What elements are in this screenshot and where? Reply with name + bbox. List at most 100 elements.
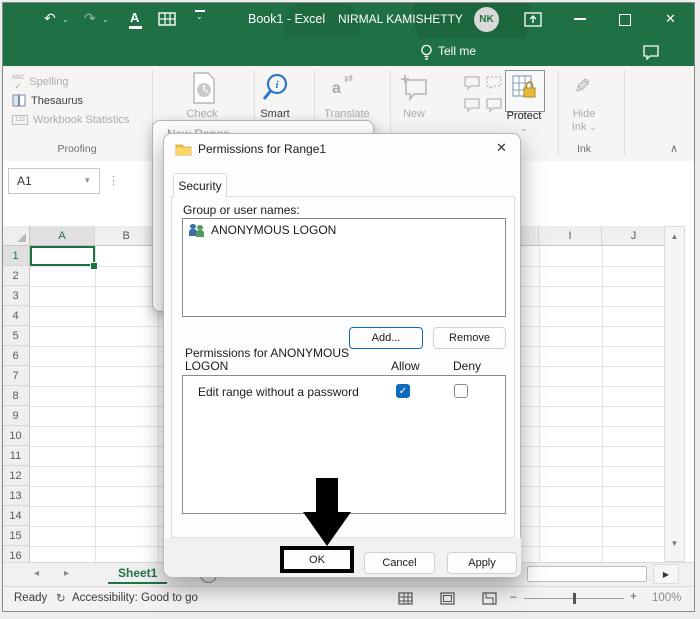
row-header-3[interactable]: 3 — [2, 286, 30, 306]
minimize-button[interactable] — [574, 18, 586, 20]
normal-view-icon[interactable] — [398, 592, 413, 605]
row-header-4[interactable]: 4 — [2, 306, 30, 326]
select-all-button[interactable] — [2, 226, 30, 246]
tell-me-box[interactable]: Tell me — [438, 44, 476, 58]
row-header-10[interactable]: 10 — [2, 426, 30, 446]
workbook-statistics-label: Workbook Statistics — [33, 114, 129, 126]
row-header-8[interactable]: 8 — [2, 386, 30, 406]
row-header-12[interactable]: 12 — [2, 466, 30, 486]
name-box[interactable]: A1 ▾ — [8, 168, 100, 194]
deny-header: Deny — [453, 359, 481, 373]
row-header-1[interactable]: 1 — [2, 246, 30, 266]
ribbon-tab-row: FileHomeInsertPage LayoutFormulasDataRev… — [2, 38, 694, 66]
avatar[interactable]: NK — [474, 7, 499, 32]
font-color-underline — [129, 26, 142, 29]
spelling-icon: ABC✓ — [12, 74, 24, 90]
row-header-2[interactable]: 2 — [2, 266, 30, 286]
smart-lookup-button[interactable]: Smart — [247, 108, 303, 120]
font-color-icon[interactable]: A — [130, 10, 139, 25]
horizontal-scrollbar-thumb[interactable] — [527, 566, 647, 582]
row-header-5[interactable]: 5 — [2, 326, 30, 346]
row-header-6[interactable]: 6 — [2, 346, 30, 366]
redo-button[interactable]: ↷ — [84, 10, 96, 26]
ribbon-display-options-icon[interactable] — [524, 12, 542, 27]
thesaurus-button[interactable]: Thesaurus — [12, 94, 83, 107]
name-box-splitter-icon[interactable]: ⋮ — [108, 174, 119, 187]
name-box-dropdown-icon[interactable]: ▾ — [85, 175, 90, 186]
borders-icon[interactable] — [158, 12, 176, 26]
translate-icon: a ⇄ — [332, 72, 362, 102]
protect-button[interactable]: Protect — [498, 110, 550, 122]
check-accessibility-button[interactable]: Check — [174, 108, 230, 120]
ok-button[interactable]: OK — [284, 550, 350, 569]
close-button[interactable]: ✕ — [665, 11, 676, 27]
sheet-tab-active[interactable]: Sheet1 — [108, 563, 167, 584]
page-break-view-icon[interactable] — [482, 592, 497, 605]
list-item-user[interactable]: ANONYMOUS LOGON — [183, 219, 505, 241]
hide-ink-button[interactable]: Hide — [562, 108, 606, 120]
thesaurus-label: Thesaurus — [31, 95, 83, 107]
column-header-B[interactable]: B — [95, 226, 158, 246]
column-header-J[interactable]: J — [602, 226, 666, 246]
ok-button-annotation-frame: OK — [280, 546, 354, 573]
thesaurus-icon — [12, 94, 26, 107]
scroll-down-icon[interactable]: ▼ — [665, 539, 684, 548]
vertical-scrollbar[interactable]: ▲ ▼ — [664, 226, 685, 562]
protect-dropdown-icon[interactable]: ⌄ — [498, 124, 550, 133]
permission-label: Edit range without a password — [198, 385, 359, 399]
column-header-A[interactable]: A — [30, 226, 95, 246]
cancel-button[interactable]: Cancel — [364, 552, 435, 574]
row-header-15[interactable]: 15 — [2, 526, 30, 546]
fill-handle[interactable] — [90, 262, 98, 270]
scroll-up-icon[interactable]: ▲ — [665, 232, 684, 241]
comments-icon[interactable] — [642, 44, 660, 60]
horizontal-scroll-right-button[interactable]: ▶ — [653, 564, 679, 584]
group-separator — [624, 70, 625, 155]
undo-button[interactable]: ↶ — [44, 10, 56, 26]
apply-button[interactable]: Apply — [447, 552, 517, 574]
zoom-level[interactable]: 100% — [652, 592, 681, 604]
row-header-14[interactable]: 14 — [2, 506, 30, 526]
allow-checkbox[interactable]: ✓ — [396, 384, 410, 398]
users-icon — [189, 224, 206, 237]
status-ready: Ready — [14, 592, 47, 604]
deny-checkbox[interactable] — [454, 384, 468, 398]
hide-ink-label-line2: Ink ⌄ — [562, 121, 606, 133]
remove-button[interactable]: Remove — [433, 327, 506, 349]
undo-dropdown-icon[interactable]: ⌄ — [62, 15, 69, 24]
add-button[interactable]: Add... — [349, 327, 423, 349]
folder-icon — [175, 142, 192, 156]
accessibility-status[interactable]: Accessibility: Good to go — [72, 592, 198, 604]
spelling-label: Spelling — [29, 76, 68, 88]
group-user-list[interactable]: ANONYMOUS LOGON — [182, 218, 506, 317]
row-header-9[interactable]: 9 — [2, 406, 30, 426]
user-name-text: ANONYMOUS LOGON — [211, 223, 336, 237]
page-layout-view-icon[interactable] — [440, 592, 455, 605]
workbook-statistics-button[interactable]: 123 Workbook Statistics — [12, 114, 129, 126]
tab-security[interactable]: Security — [173, 173, 227, 198]
translate-button[interactable]: Translate — [317, 108, 377, 120]
zoom-slider-thumb[interactable] — [573, 593, 576, 604]
row-header-13[interactable]: 13 — [2, 486, 30, 506]
zoom-in-button[interactable]: + — [630, 591, 637, 603]
zoom-out-button[interactable]: – — [510, 591, 516, 603]
spelling-button[interactable]: ABC✓ Spelling — [12, 74, 68, 90]
column-header-I[interactable]: I — [539, 226, 602, 246]
new-comment-icon — [400, 74, 428, 102]
group-or-user-names-label: Group or user names: — [183, 203, 300, 217]
row-header-7[interactable]: 7 — [2, 366, 30, 386]
avatar-initials: NK — [479, 14, 493, 25]
sheet-nav-right-icon[interactable]: ▸ — [64, 568, 69, 579]
qat-more-icon[interactable]: ⌄ — [196, 12, 203, 21]
maximize-button[interactable] — [619, 14, 631, 26]
select-all-triangle — [17, 233, 26, 242]
row-header-11[interactable]: 11 — [2, 446, 30, 466]
check-accessibility-icon — [190, 72, 218, 104]
collapse-ribbon-icon[interactable]: ∧ — [670, 142, 678, 155]
selected-cell[interactable] — [30, 246, 95, 266]
sheet-nav-left-icon[interactable]: ◂ — [34, 568, 39, 579]
new-comment-button[interactable]: New — [392, 108, 436, 120]
dialog-close-icon[interactable]: ✕ — [496, 140, 507, 156]
permission-row: Edit range without a password ✓ — [183, 376, 505, 406]
redo-dropdown-icon[interactable]: ⌄ — [102, 15, 109, 24]
